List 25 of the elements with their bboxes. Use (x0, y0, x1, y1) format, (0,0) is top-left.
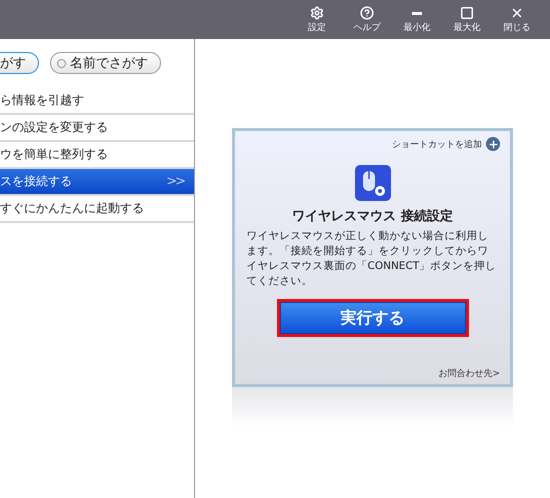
toolbar-button[interactable]: 最大化 (444, 0, 490, 39)
toolbar-button[interactable]: 最小化 (394, 0, 440, 39)
menu-item[interactable]: スを接続する >> (0, 169, 194, 196)
menu-item-label: ンの設定を変更する (0, 119, 108, 136)
add-shortcut-link[interactable]: ショートカットを追加 (392, 137, 500, 151)
radio-icon (57, 58, 66, 68)
help-icon (360, 6, 374, 20)
toolbar-button[interactable]: 閉じる (494, 0, 540, 39)
settings-icon (310, 6, 324, 20)
menu-item-label: すぐにかんたんに起動する (0, 200, 144, 217)
card-description: ワイヤレスマウスが正しく動かない場合に利用します。「接続を開始する」をクリックしてからワイヤレスマウス裏面の「CONNECT」ボタンを押してください。 (246, 229, 498, 289)
search-mode-button[interactable]: がす (0, 52, 39, 74)
toolbar-button[interactable]: ヘルプ (344, 0, 390, 39)
menu-item-label: ウを簡単に整列する (0, 146, 108, 163)
maximize-icon (460, 6, 474, 20)
run-button[interactable]: 実行する (280, 302, 466, 334)
search-mode-button[interactable]: 名前でさがす (50, 52, 161, 74)
menu-item-label: ら情報を引越す (0, 92, 84, 109)
minimize-icon (412, 12, 422, 14)
plus-icon (486, 137, 500, 151)
card-title: ワイヤレスマウス 接続設定 (292, 208, 453, 225)
arrow-glyph: >> (166, 174, 184, 189)
menu-item-label: スを接続する (0, 173, 72, 190)
contact-link[interactable]: お問合わせ先> (438, 367, 500, 380)
toolbar-button[interactable]: 設定 (294, 0, 340, 39)
